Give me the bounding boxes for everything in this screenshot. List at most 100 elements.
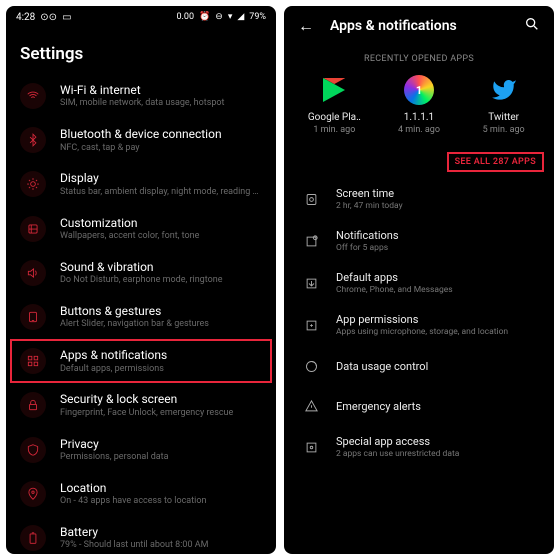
default-apps-icon [300,272,322,294]
recent-app-play[interactable]: Google Pla‥ 1 min. ago [299,74,369,135]
status-bar: 4:28 ⊙⊙ ▭ 0.00 ⏰ ⊖ ▾ ◢ 79% [6,6,276,28]
sub-item-notifications[interactable]: NotificationsOff for 5 apps [290,220,548,262]
net-speed: 0.00 [177,12,195,22]
see-all-apps-button[interactable]: SEE ALL 287 APPS [449,154,542,170]
location-icon [20,481,46,507]
item-title: Privacy [60,437,262,451]
wifi-icon: ▾ [228,12,233,22]
twitter-icon [488,74,520,106]
sub-item-app-permissions[interactable]: App permissionsApps using microphone, st… [290,304,548,346]
header: ← Apps & notifications [284,6,554,46]
item-title: Location [60,481,262,495]
item-title: Apps & notifications [60,348,262,362]
recently-opened-label: RECENTLY OPENED APPS [284,46,554,70]
dnd-icon: ⊖ [215,12,223,22]
sub-sub: 2 apps can use unrestricted data [336,449,538,459]
play-store-icon [318,74,350,106]
item-sub: Status bar, ambient display, night mode,… [60,187,262,198]
recent-app-1111[interactable]: 1 1.1.1.1 4 min. ago [384,74,454,135]
buttons-icon [20,304,46,330]
settings-item-wifi[interactable]: Wi-Fi & internetSIM, mobile network, dat… [10,74,272,118]
app-name: 1.1.1.1 [384,112,454,123]
item-sub: Permissions, personal data [60,452,262,463]
battery-pct: 79% [249,12,266,22]
item-sub: Wallpapers, accent color, font, tone [60,231,262,242]
sub-sub: Off for 5 apps [336,243,538,253]
settings-item-location[interactable]: LocationOn - 43 apps have access to loca… [10,472,272,516]
item-sub: SIM, mobile network, data usage, hotspot [60,98,262,109]
settings-item-display[interactable]: Display Status bar, ambient display, nigh… [10,162,272,206]
item-sub: On - 43 apps have access to location [60,496,262,507]
item-sub: Fingerprint, Face Unlock, emergency resc… [60,408,262,419]
settings-item-customization[interactable]: CustomizationWallpapers, accent color, f… [10,207,272,251]
settings-item-sound[interactable]: Sound & vibrationDo Not Disturb, earphon… [10,251,272,295]
notifications-icon [300,230,322,252]
back-icon[interactable]: ← [298,16,314,36]
sub-title: Default apps [336,271,538,284]
item-title: Security & lock screen [60,392,262,406]
sub-sub: Apps using microphone, storage, and loca… [336,327,538,337]
search-icon[interactable] [524,16,540,36]
wifi-icon [20,83,46,109]
settings-item-buttons[interactable]: Buttons & gesturesAlert Slider, navigati… [10,295,272,339]
settings-item-battery[interactable]: Battery79% - Should last until about 8:0… [10,516,272,554]
app-name: Google Pla‥ [299,112,369,123]
sub-title: App permissions [336,313,538,326]
sub-title: Special app access [336,435,538,448]
app-time: 4 min. ago [384,125,454,135]
page-title: Settings [6,28,276,74]
app-name: Twitter [469,112,539,123]
sub-title: Screen time [336,187,538,200]
item-title: Wi-Fi & internet [60,83,262,97]
header-title: Apps & notifications [330,18,508,34]
sub-item-emergency[interactable]: Emergency alerts [290,386,548,426]
item-title: Display [60,171,262,185]
screen-time-icon [300,188,322,210]
sound-icon [20,260,46,286]
item-sub: NFC, cast, tap & pay [60,143,262,154]
sub-item-screen-time[interactable]: Screen time2 hr, 47 min today [290,178,548,220]
see-all-apps: SEE ALL 287 APPS [284,145,554,178]
privacy-icon [20,437,46,463]
item-sub: Do Not Disturb, earphone mode, ringtone [60,275,262,286]
phone-settings-main: 4:28 ⊙⊙ ▭ 0.00 ⏰ ⊖ ▾ ◢ 79% Settings Wi-F… [6,6,276,554]
recent-app-twitter[interactable]: Twitter 5 min. ago [469,74,539,135]
apps-settings-list: Screen time2 hr, 47 min today Notificati… [284,178,554,468]
data-usage-icon [300,355,322,377]
cloudflare-1111-icon: 1 [403,74,435,106]
bluetooth-icon [20,127,46,153]
sub-title: Data usage control [336,360,538,373]
item-title: Sound & vibration [60,260,262,274]
settings-item-security[interactable]: Security & lock screen Fingerprint, Face … [10,383,272,427]
item-title: Battery [60,525,262,539]
sub-item-default-apps[interactable]: Default appsChrome, Phone, and Messages [290,262,548,304]
settings-item-apps[interactable]: Apps & notificationsDefault apps, permis… [10,339,272,383]
settings-list: Wi-Fi & internetSIM, mobile network, dat… [6,74,276,554]
lock-icon [20,392,46,418]
phone-apps-notifications: ← Apps & notifications RECENTLY OPENED A… [284,6,554,554]
sub-title: Notifications [336,229,538,242]
sub-sub: 2 hr, 47 min today [336,201,538,211]
item-sub: Alert Slider, navigation bar & gestures [60,319,262,330]
settings-item-privacy[interactable]: PrivacyPermissions, personal data [10,428,272,472]
battery-icon [20,525,46,551]
sub-title: Emergency alerts [336,400,538,413]
sub-sub: Chrome, Phone, and Messages [336,285,538,295]
status-time: 4:28 [16,12,35,23]
recent-apps: Google Pla‥ 1 min. ago 1 1.1.1.1 4 min. … [284,70,554,145]
card-icon: ▭ [62,12,71,23]
alarm-icon: ⏰ [199,12,210,22]
voicemail-icon: ⊙⊙ [40,12,57,23]
signal-icon: ◢ [237,12,244,22]
item-title: Buttons & gestures [60,304,262,318]
display-icon [20,171,46,197]
app-time: 1 min. ago [299,125,369,135]
settings-item-bluetooth[interactable]: Bluetooth & device connectionNFC, cast, … [10,118,272,162]
apps-icon [20,348,46,374]
sub-item-data-usage[interactable]: Data usage control [290,346,548,386]
sub-item-special-access[interactable]: Special app access2 apps can use unrestr… [290,426,548,468]
permissions-icon [300,314,322,336]
emergency-icon [300,395,322,417]
item-sub: 79% - Should last until about 8:00 AM [60,540,262,551]
item-title: Customization [60,216,262,230]
